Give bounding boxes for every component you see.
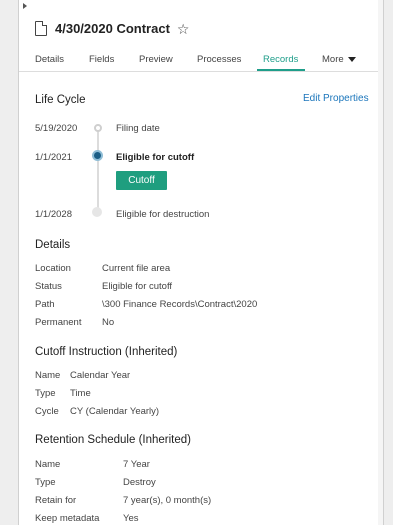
retention-key: Retain for: [35, 495, 77, 506]
tab-preview[interactable]: Preview: [139, 54, 173, 65]
scrollbar[interactable]: [378, 0, 383, 525]
tab-processes[interactable]: Processes: [197, 54, 241, 65]
tab-bar: Details Fields Preview Processes Records…: [19, 48, 383, 72]
timeline-dot-filing: [94, 124, 102, 132]
document-icon: [35, 21, 47, 36]
details-key: Status: [35, 281, 62, 292]
retention-value: 7 Year: [123, 459, 150, 470]
records-panel: 4/30/2020 Contract ☆ Details Fields Prev…: [18, 0, 384, 525]
details-value: Eligible for cutoff: [102, 281, 173, 292]
cutoff-instruction-title: Cutoff Instruction (Inherited): [35, 346, 178, 358]
event-date: 1/1/2021: [35, 152, 72, 163]
retention-value: 7 year(s), 0 month(s): [123, 495, 212, 506]
details-key: Path: [35, 299, 55, 310]
active-tab-indicator: [257, 69, 305, 71]
retention-key: Type: [35, 477, 56, 488]
timeline-dot-destruction: [92, 207, 102, 217]
tab-records[interactable]: Records: [263, 54, 298, 65]
event-label: Filing date: [116, 123, 160, 134]
tab-fields[interactable]: Fields: [89, 54, 114, 65]
retention-schedule-title: Retention Schedule (Inherited): [35, 434, 191, 446]
retention-key: Keep metadata: [35, 513, 100, 524]
event-date: 5/19/2020: [35, 123, 78, 134]
retention-value: Destroy: [123, 477, 156, 488]
cutoff-value: CY (Calendar Yearly): [70, 406, 160, 417]
caret-down-icon: [347, 56, 356, 62]
event-label: Eligible for cutoff: [116, 152, 195, 163]
cutoff-value: Time: [70, 388, 91, 399]
edit-properties-link[interactable]: Edit Properties: [303, 93, 369, 104]
tab-details[interactable]: Details: [35, 54, 64, 65]
details-value: Current file area: [102, 263, 171, 274]
event-date: 1/1/2028: [35, 209, 72, 220]
cutoff-key: Name: [35, 370, 61, 381]
timeline-line: [97, 130, 99, 208]
cutoff-key: Cycle: [35, 406, 59, 417]
document-header: 4/30/2020 Contract ☆: [35, 21, 189, 36]
retention-key: Name: [35, 459, 61, 470]
details-key: Permanent: [35, 317, 82, 328]
retention-value: Yes: [123, 513, 139, 524]
cutoff-key: Type: [35, 388, 56, 399]
details-key: Location: [35, 263, 71, 274]
cutoff-value: Calendar Year: [70, 370, 131, 381]
star-outline-icon[interactable]: ☆: [177, 22, 190, 36]
expand-arrow-icon[interactable]: [23, 3, 27, 9]
event-label: Eligible for destruction: [116, 209, 210, 220]
details-title: Details: [35, 239, 71, 251]
tab-more-label: More: [322, 54, 344, 65]
timeline-dot-cutoff-active: [92, 150, 103, 161]
document-title: 4/30/2020 Contract: [55, 21, 170, 36]
details-value: No: [102, 317, 115, 328]
cutoff-button[interactable]: Cutoff: [116, 171, 167, 190]
details-value: \300 Finance Records\Contract\2020: [102, 299, 258, 310]
lifecycle-title: Life Cycle: [35, 94, 86, 106]
tab-more[interactable]: More: [322, 54, 356, 65]
